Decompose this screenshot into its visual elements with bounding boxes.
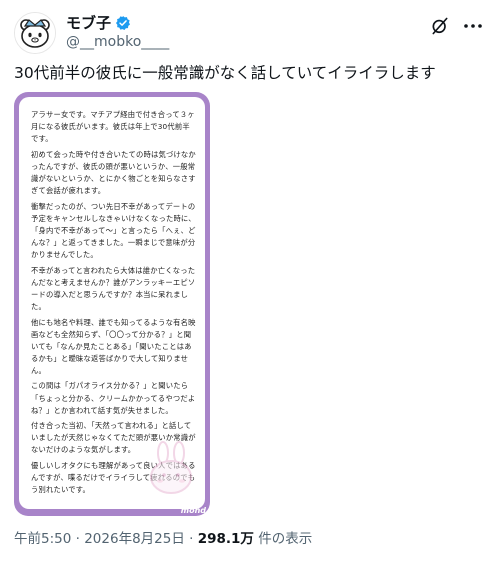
views-count[interactable]: 298.1万 [198, 531, 254, 547]
verified-badge-icon [115, 15, 131, 31]
image-paragraph: この間は「ガパオライス分かる？」と聞いたら「ちょっと分かる、クリームかかってるや… [31, 381, 196, 415]
meta-separator: · [75, 531, 80, 547]
meta-separator: · [189, 531, 194, 547]
avatar[interactable] [14, 12, 56, 54]
post-date[interactable]: 2026年8月25日 [84, 531, 185, 547]
image-paragraph: アラサー女です。マチアプ経由で付き合って３ヶ月になる彼氏がいます。彼氏は年上で3… [31, 110, 195, 144]
name-row: モブ子 [66, 14, 131, 32]
handle[interactable]: @__mobko____ [66, 34, 169, 50]
tweet-text: 30代前半の彼氏に一般常識がなく話していてイライラします [14, 64, 436, 82]
grok-icon[interactable] [430, 16, 450, 36]
image-paragraph: 不幸があってと言われたら大体は誰か亡くなったんだなと考えませんか？誰がアンラッキ… [31, 265, 196, 311]
more-icon[interactable] [462, 16, 484, 36]
image-paragraph: 他にも地名や料理、誰でも知ってるような有名映画なども全然知らず、「〇〇って分かる… [31, 317, 196, 375]
attached-image[interactable]: アラサー女です。マチアプ経由で付き合って３ヶ月になる彼氏がいます。彼氏は年上で3… [14, 92, 210, 516]
text-paper: アラサー女です。マチアプ経由で付き合って３ヶ月になる彼氏がいます。彼氏は年上で3… [19, 97, 205, 509]
bear-face-avatar-icon [15, 13, 55, 53]
image-paragraph: 初めて会った時や付き合いたての時は気づけなかったんですが、彼氏の頭が悪いというか… [31, 149, 196, 196]
tweet-header: モブ子 @__mobko____ [14, 10, 486, 54]
image-paragraph: 衝撃だったのが、つい先日不幸があってデートの予定をキャンセルしなきゃいけなくなっ… [31, 201, 196, 260]
display-name[interactable]: モブ子 [66, 14, 111, 32]
views-label[interactable]: 件の表示 [258, 531, 312, 547]
watermark-label: mond [180, 506, 206, 515]
tweet-meta: 午前5:50 · 2026年8月25日 · 298.1万 件の表示 [14, 530, 312, 548]
bunny-watermark-icon [150, 441, 192, 494]
post-time[interactable]: 午前5:50 [14, 531, 71, 547]
